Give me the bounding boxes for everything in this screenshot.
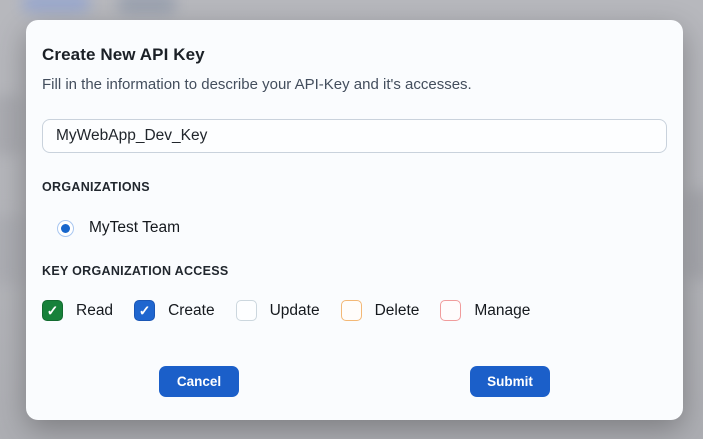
access-checkbox-row: ✓ Read ✓ Create Update Delete Manage <box>42 300 667 321</box>
api-key-name-input[interactable] <box>42 119 667 153</box>
checkbox-unchecked-icon[interactable] <box>235 300 257 321</box>
access-section-label: KEY ORGANIZATION ACCESS <box>42 264 229 278</box>
checkmark-icon: ✓ <box>138 302 151 318</box>
checkbox-label: Manage <box>474 301 531 319</box>
radio-selected-icon[interactable] <box>57 219 74 237</box>
checkbox-unchecked-icon[interactable] <box>440 300 462 321</box>
checkbox-read[interactable]: ✓ Read <box>42 300 113 321</box>
submit-button[interactable]: Submit <box>470 366 550 397</box>
blurred-background-shape <box>687 190 703 280</box>
organization-radio-option[interactable]: MyTest Team <box>42 219 667 237</box>
dialog-title: Create New API Key <box>42 45 205 64</box>
dialog-actions: Cancel Submit <box>26 366 683 397</box>
checkmark-icon: ✓ <box>46 302 59 318</box>
checkbox-unchecked-icon[interactable] <box>340 300 362 321</box>
dialog-subtitle: Fill in the information to describe your… <box>42 76 472 93</box>
checkbox-checked-icon[interactable]: ✓ <box>42 300 63 321</box>
checkbox-create[interactable]: ✓ Create <box>134 300 215 321</box>
organizations-section-label: ORGANIZATIONS <box>42 180 150 194</box>
checkbox-checked-icon[interactable]: ✓ <box>134 300 156 321</box>
radio-dot <box>61 223 70 233</box>
checkbox-label: Read <box>76 301 114 319</box>
blurred-background-button <box>22 0 90 12</box>
checkbox-label: Create <box>168 301 215 319</box>
checkbox-label: Delete <box>374 301 420 319</box>
cancel-button[interactable]: Cancel <box>159 366 239 397</box>
blurred-background-shape <box>0 95 22 155</box>
checkbox-delete[interactable]: Delete <box>340 300 420 321</box>
checkbox-manage[interactable]: Manage <box>440 300 530 321</box>
blurred-background-shape <box>0 215 24 285</box>
checkbox-label: Update <box>269 301 320 319</box>
checkbox-update[interactable]: Update <box>235 300 320 321</box>
organization-option-label: MyTest Team <box>89 219 181 236</box>
blurred-background-button <box>118 0 176 14</box>
create-api-key-dialog: Create New API Key Fill in the informati… <box>26 20 683 420</box>
